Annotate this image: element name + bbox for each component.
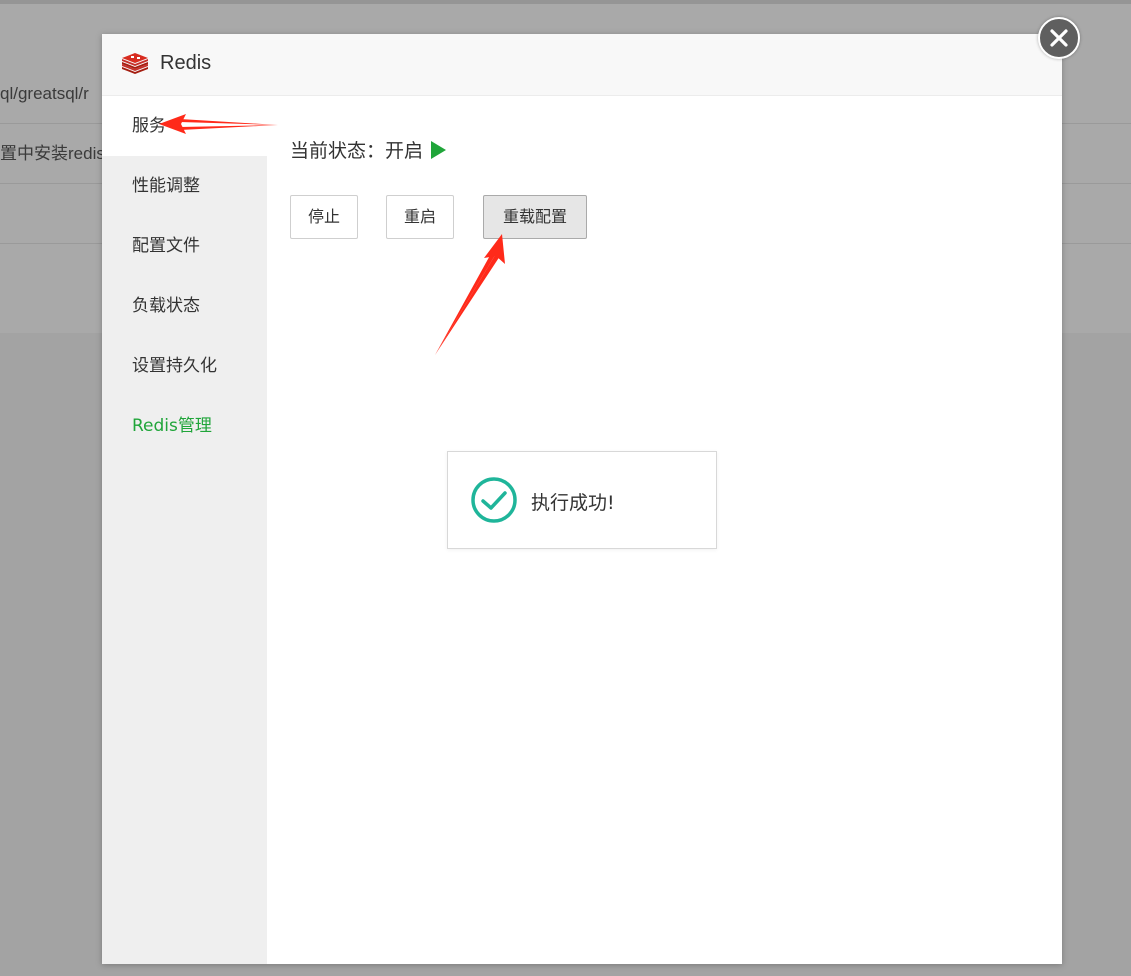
close-icon	[1050, 29, 1068, 47]
sidebar-item-service[interactable]: 服务	[102, 96, 267, 156]
background-row-text: ql/greatsql/r	[0, 84, 89, 103]
sidebar-item-label: 性能调整	[132, 176, 200, 196]
play-icon	[431, 140, 447, 159]
toast-message: 执行成功!	[531, 492, 615, 514]
dialog-title: Redis	[160, 52, 212, 74]
sidebar-item-redis-manage[interactable]: Redis管理	[102, 396, 267, 456]
status-label: 当前状态：开启	[290, 140, 424, 162]
background-row-text: 置中安装redis	[0, 144, 105, 163]
stop-button[interactable]: 停止	[290, 195, 358, 239]
close-button[interactable]	[1038, 17, 1080, 59]
redis-logo-icon	[120, 51, 150, 77]
sidebar-item-load-status[interactable]: 负载状态	[102, 276, 267, 336]
check-circle-icon	[470, 476, 518, 529]
sidebar: 服务 性能调整 配置文件 负载状态 设置持久化 Redis管理	[102, 96, 267, 964]
sidebar-item-performance[interactable]: 性能调整	[102, 156, 267, 216]
restart-button[interactable]: 重启	[386, 195, 454, 239]
reload-config-button[interactable]: 重载配置	[483, 195, 587, 239]
sidebar-item-persistence[interactable]: 设置持久化	[102, 336, 267, 396]
sidebar-item-label: 配置文件	[132, 236, 200, 256]
sidebar-item-config-file[interactable]: 配置文件	[102, 216, 267, 276]
sidebar-item-label: 服务	[132, 116, 166, 136]
sidebar-item-label: Redis管理	[132, 416, 212, 436]
success-toast: 执行成功!	[447, 451, 717, 549]
dialog-header: Redis	[102, 34, 1062, 96]
background-top-border	[0, 0, 1131, 4]
sidebar-item-label: 负载状态	[132, 296, 200, 316]
service-status: 当前状态：开启	[290, 136, 447, 163]
sidebar-item-label: 设置持久化	[132, 356, 217, 376]
